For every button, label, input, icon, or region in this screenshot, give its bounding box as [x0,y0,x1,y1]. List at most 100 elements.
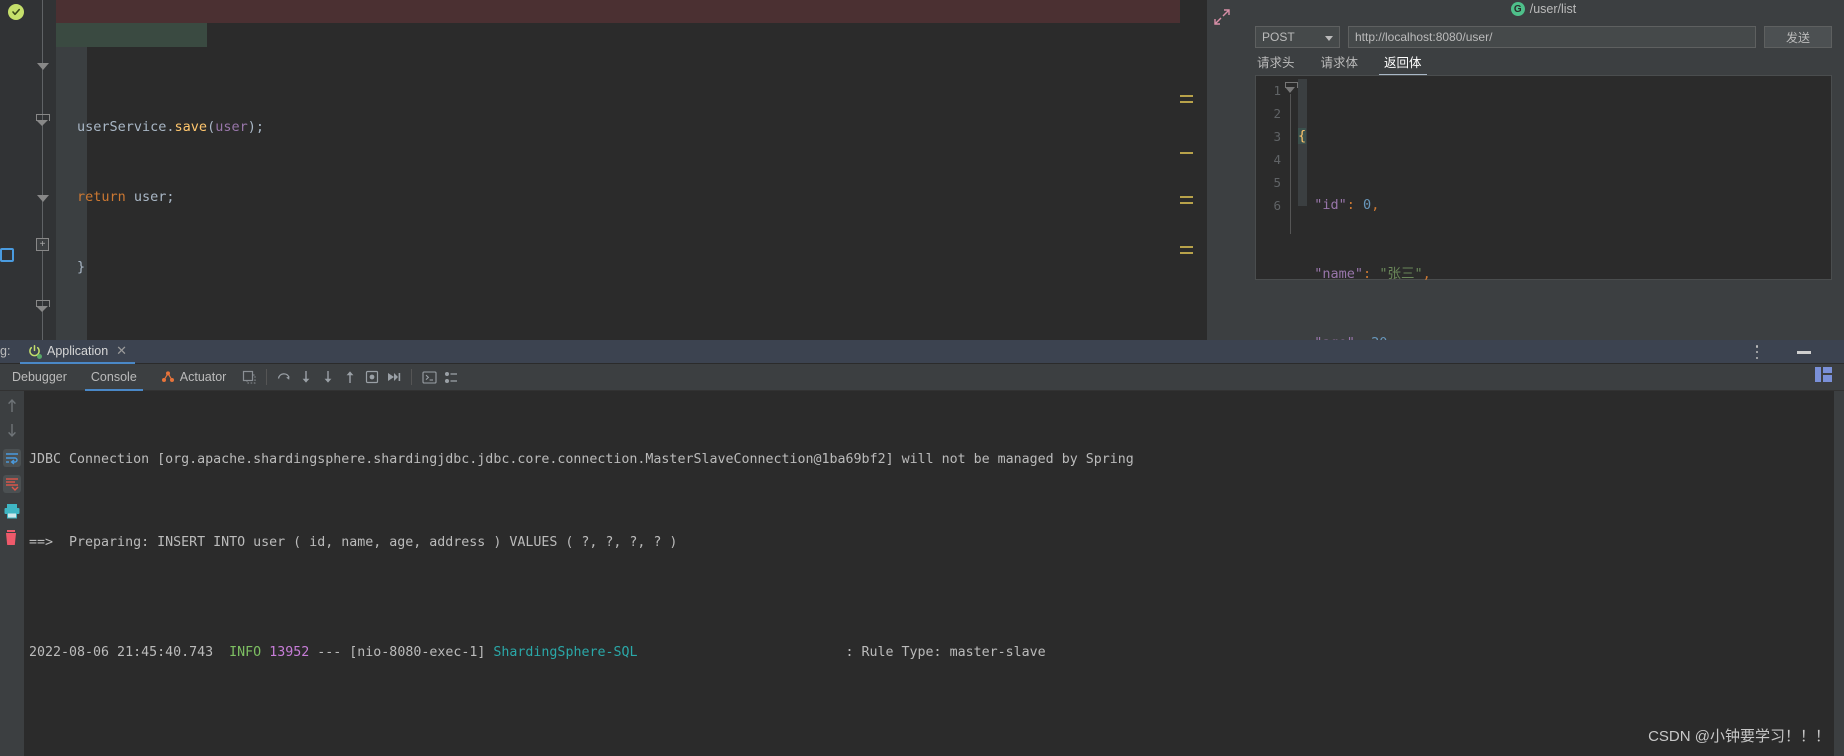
resume-icon[interactable] [383,366,405,388]
run-toolwindow-tabbar: g: Application ✕ [0,340,1844,364]
log-separator: --- [317,645,341,660]
tab-response-body[interactable]: 返回体 [1382,50,1424,75]
http-method-select[interactable]: POST [1255,26,1340,48]
threads-icon[interactable] [440,366,462,388]
send-button[interactable]: 发送 [1764,26,1832,48]
console-line: 2022-08-06 21:45:40.745 INFO 13952 --- [… [29,749,1844,756]
toolbar-divider [266,369,267,385]
toolbar-divider [411,369,412,385]
http-method-value: POST [1262,30,1295,44]
log-timestamp: 2022-08-06 21:45:40.743 [29,645,213,660]
step-over-icon[interactable] [295,366,317,388]
json-comma: , [1371,197,1379,213]
tab-debugger[interactable]: Debugger [0,364,79,391]
line-number: 2 [1256,102,1281,125]
url-input-value: http://localhost:8080/user/ [1355,30,1492,44]
console-output[interactable]: JDBC Connection [org.apache.shardingsphe… [24,391,1844,756]
running-indicator-dot [37,354,42,359]
chevron-down-icon [1325,36,1333,41]
run-tab-label: Application [47,344,108,358]
close-icon[interactable]: ✕ [116,343,127,359]
scroll-to-end-icon[interactable] [3,475,21,493]
response-line-numbers: 1 2 3 4 5 6 [1256,76,1284,279]
console-line: ==> Preparing: INSERT INTO user ( id, na… [29,529,1844,557]
json-line: { [1298,125,1447,148]
line-number: 1 [1256,79,1281,102]
rest-tab-title[interactable]: G /user/list [1243,0,1844,18]
code-editor-pane: + userService.save(user); return user; }… [0,0,1207,340]
line-number: 4 [1256,148,1281,171]
rest-url-bar: POST http://localhost:8080/user/ 发送 [1255,26,1832,48]
code-line[interactable]: return user; [0,186,1207,209]
console-line: 2022-08-06 21:45:40.743 INFO 13952 --- [… [29,639,1844,667]
json-value: 0 [1363,197,1371,213]
json-line: "id": 0, [1298,194,1447,217]
clear-all-icon[interactable] [3,529,21,547]
json-open-brace: { [1298,128,1306,144]
soft-wrap-icon[interactable] [3,449,21,467]
rest-tab-title-label: /user/list [1530,2,1577,16]
code-line[interactable]: userService.save(user); [0,116,1207,139]
json-colon: : [1347,197,1363,213]
line-number: 6 [1256,194,1281,217]
json-line: "name": "张三", [1298,263,1447,286]
watermark: CSDN @小钟要学习！！！ [1648,725,1830,746]
scroll-up-icon[interactable] [3,397,21,415]
tab-request-headers[interactable]: 请求头 [1255,50,1297,75]
log-level: INFO [229,645,261,660]
line-number: 3 [1256,125,1281,148]
console-toolbar: Debugger Console Actuator [0,364,1844,391]
line-number: 5 [1256,171,1281,194]
tab-actuator[interactable]: Actuator [149,364,239,391]
layout-icon[interactable] [1815,367,1832,382]
tab-console[interactable]: Console [79,364,149,391]
json-comma: , [1423,266,1431,282]
print-icon[interactable] [3,503,21,521]
power-icon [28,345,41,358]
rest-client-pane: G /user/list POST http://localhost:8080/… [1243,0,1844,340]
fold-guide-line [1290,94,1291,234]
console-line: JDBC Connection [org.apache.shardingsphe… [29,446,1844,474]
tab-console-label: Console [91,370,137,384]
run-to-cursor-icon[interactable] [361,366,383,388]
response-body-editor[interactable]: 1 2 3 4 5 6 { "id": 0, "name": "张三", "ag… [1255,75,1832,280]
tab-debugger-label: Debugger [12,370,67,384]
fold-collapse-icon[interactable] [1285,82,1297,94]
log-thread: [nio-8080-exec-1] [349,645,485,660]
actuator-icon [161,371,175,383]
editor-change-markers [1180,0,1207,340]
rest-section-tabs: 请求头 请求体 返回体 [1255,52,1832,73]
terminal-icon[interactable] [418,366,440,388]
editor-splitter[interactable] [1207,0,1243,340]
log-pid: 13952 [269,645,309,660]
code-line[interactable] [0,326,1207,340]
url-input[interactable]: http://localhost:8080/user/ [1348,26,1756,48]
step-out-icon[interactable] [339,366,361,388]
log-logger: ShardingSphere-SQL [493,645,637,660]
ide-window: + userService.save(user); return user; }… [0,0,1844,756]
json-key: "name" [1314,266,1363,282]
console-side-toolbar [0,391,24,756]
json-colon: : [1363,266,1379,282]
run-tab-application[interactable]: Application ✕ [20,340,135,364]
json-value: "张三" [1379,266,1422,282]
caret-row-highlight [56,23,207,46]
toolwindow-label: g: [0,344,10,358]
rerun-icon[interactable] [273,366,295,388]
layout-settings-icon[interactable] [238,366,260,388]
collapse-arrows-icon[interactable] [1213,8,1233,28]
tab-request-body[interactable]: 请求体 [1319,50,1361,75]
step-into-icon[interactable] [317,366,339,388]
json-key: "id" [1314,197,1347,213]
code-line[interactable]: } [0,256,1207,279]
modified-line-highlight [56,0,1207,23]
globe-icon: G [1511,2,1525,16]
scroll-down-icon[interactable] [3,421,21,439]
response-fold-gutter [1284,76,1298,279]
editor-code-area[interactable]: userService.save(user); return user; } /… [0,0,1207,340]
tab-actuator-label: Actuator [180,370,227,384]
more-options-icon[interactable] [1750,345,1764,359]
minimize-icon[interactable] [1797,351,1811,354]
console-scrollbar[interactable] [1834,391,1844,756]
log-message: : Rule Type: master-slave [846,645,1046,660]
